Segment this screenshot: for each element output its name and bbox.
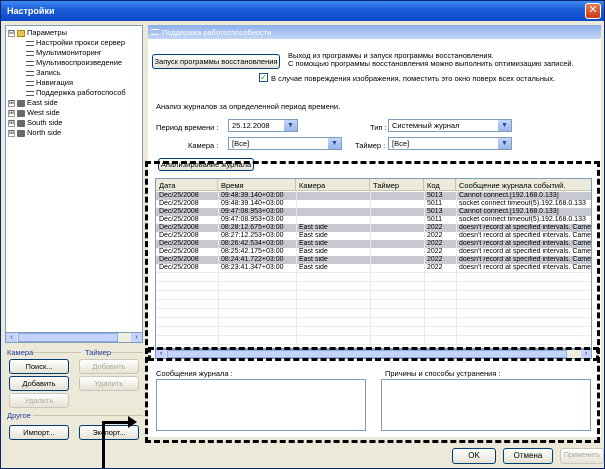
tree-item-label: Настройки прокси сервер: [36, 38, 125, 47]
camera-value: [Все]: [232, 139, 250, 148]
window-title: Настройки: [7, 6, 55, 16]
chevron-down-icon[interactable]: ▼: [498, 138, 511, 149]
list-icon: [26, 80, 34, 86]
analysis-title: Анализ журналов за определенной период в…: [156, 102, 341, 111]
camera-add-button[interactable]: Добавить: [9, 376, 69, 391]
tree-item[interactable]: ⊞ East side: [8, 98, 58, 108]
camera-select[interactable]: [Все] ▼: [228, 137, 342, 150]
tree-item-label: Мультивоспроизведение: [36, 58, 123, 67]
camera-search-button[interactable]: Поиск...: [9, 359, 69, 374]
tree-horizontal-scrollbar[interactable]: ‹ ›: [5, 332, 143, 343]
close-icon[interactable]: ✕: [585, 3, 601, 19]
list-icon: [26, 90, 34, 96]
annotation-arrow: [102, 421, 105, 468]
tree-item-label: Навигация: [36, 78, 74, 87]
type-label: Тип :: [370, 123, 387, 132]
import-button[interactable]: Импорт...: [9, 425, 69, 440]
scroll-thumb[interactable]: [18, 333, 118, 342]
tree-item-label: Запись: [36, 68, 61, 77]
tree-item[interactable]: ⊞ North side: [8, 128, 61, 138]
expand-icon[interactable]: ⊞: [8, 109, 15, 117]
chevron-down-icon[interactable]: ▼: [498, 120, 511, 131]
period-value: 25.12.2008: [232, 121, 270, 130]
chevron-down-icon[interactable]: ▼: [328, 138, 341, 149]
restore-program-button[interactable]: Запуск программы восстановления: [152, 54, 280, 69]
tree-item[interactable]: ⊟ Параметры: [8, 28, 67, 38]
period-date-picker[interactable]: 25.12.2008 ▼: [228, 119, 298, 132]
bring-to-front-label: В случае повреждения изображения, помест…: [271, 74, 556, 83]
tree-item[interactable]: ⊞ West side: [8, 108, 60, 118]
apply-button[interactable]: Применить: [560, 448, 604, 464]
timer-group-label: Таймер: [85, 348, 112, 357]
expand-icon[interactable]: ⊞: [8, 99, 15, 107]
scroll-left-icon[interactable]: ‹: [6, 333, 17, 342]
timer-value: [Все]: [392, 139, 410, 148]
camera-group-label: Камера: [7, 348, 34, 357]
collapse-icon[interactable]: ⊟: [8, 29, 15, 37]
title-bar: Настройки ✕: [1, 1, 604, 21]
other-group-label: Другое: [7, 411, 31, 420]
cancel-button[interactable]: Отмена: [503, 448, 553, 464]
group-divider: [33, 415, 143, 416]
group-divider: [111, 352, 143, 353]
settings-window: Настройки ✕ ⊟ Параметры Настройки прокси с…: [0, 0, 605, 469]
expand-icon[interactable]: ⊞: [8, 129, 15, 137]
tree-item[interactable]: ⊞ South side: [8, 118, 62, 128]
tree-item-label: North side: [27, 128, 62, 137]
restore-description-line2: С помощью программы восстановления можно…: [288, 59, 574, 68]
list-icon: [26, 50, 34, 56]
annotation-dashed-divider: [148, 347, 599, 361]
list-icon: [151, 29, 159, 35]
camera-label: Камера :: [188, 141, 219, 150]
list-icon: [26, 60, 34, 66]
tree-item-label: West side: [27, 108, 60, 117]
tree-item-label: South side: [27, 118, 63, 127]
group-divider: [33, 352, 81, 353]
camera-icon: [17, 129, 25, 137]
list-icon: [26, 40, 34, 46]
scroll-right-icon[interactable]: ›: [131, 333, 142, 342]
panel-header: Поддержка работоспособности: [148, 25, 601, 39]
tree-item[interactable]: Навигация: [26, 78, 73, 88]
camera-delete-button[interactable]: Удалить: [9, 393, 69, 408]
type-select[interactable]: Системный журнал ▼: [388, 119, 512, 132]
type-value: Системный журнал: [392, 121, 460, 130]
tree-item[interactable]: Запись: [26, 68, 61, 78]
tree-item-label: Поддержка работоспособ: [36, 88, 126, 97]
tree-item[interactable]: Мультимониторинг: [26, 48, 102, 58]
arrow-head-icon: [128, 416, 137, 428]
ok-button[interactable]: OK: [452, 448, 496, 464]
tree-item[interactable]: Настройки прокси сервер: [26, 38, 125, 48]
annotation-arrow: [102, 421, 130, 424]
list-icon: [26, 70, 34, 76]
settings-tree[interactable]: ⊟ Параметры Настройки прокси сервер Мультим…: [5, 25, 143, 343]
tree-item-label: Мультимониторинг: [36, 48, 102, 57]
panel-title: Поддержка работоспособности: [162, 28, 272, 37]
chevron-down-icon[interactable]: ▼: [284, 120, 297, 131]
camera-icon: [17, 119, 25, 127]
annotation-dashed-region: [145, 161, 600, 443]
timer-select[interactable]: [Все] ▼: [388, 137, 512, 150]
period-label: Период времени :: [156, 123, 219, 132]
tree-item[interactable]: Мультивоспроизведение: [26, 58, 122, 68]
timer-add-button[interactable]: Добавить: [79, 359, 139, 374]
tree-item-label: Параметры: [27, 28, 67, 37]
expand-icon[interactable]: ⊞: [8, 119, 15, 127]
wrench-icon: [17, 29, 25, 37]
bring-to-front-checkbox[interactable]: ✓: [259, 73, 268, 82]
camera-icon: [17, 109, 25, 117]
timer-label: Таймер :: [355, 141, 386, 150]
camera-icon: [17, 99, 25, 107]
tree-item-label: East side: [27, 98, 58, 107]
timer-delete-button[interactable]: Удалить: [79, 376, 139, 391]
tree-item[interactable]: Поддержка работоспособ: [26, 88, 126, 98]
